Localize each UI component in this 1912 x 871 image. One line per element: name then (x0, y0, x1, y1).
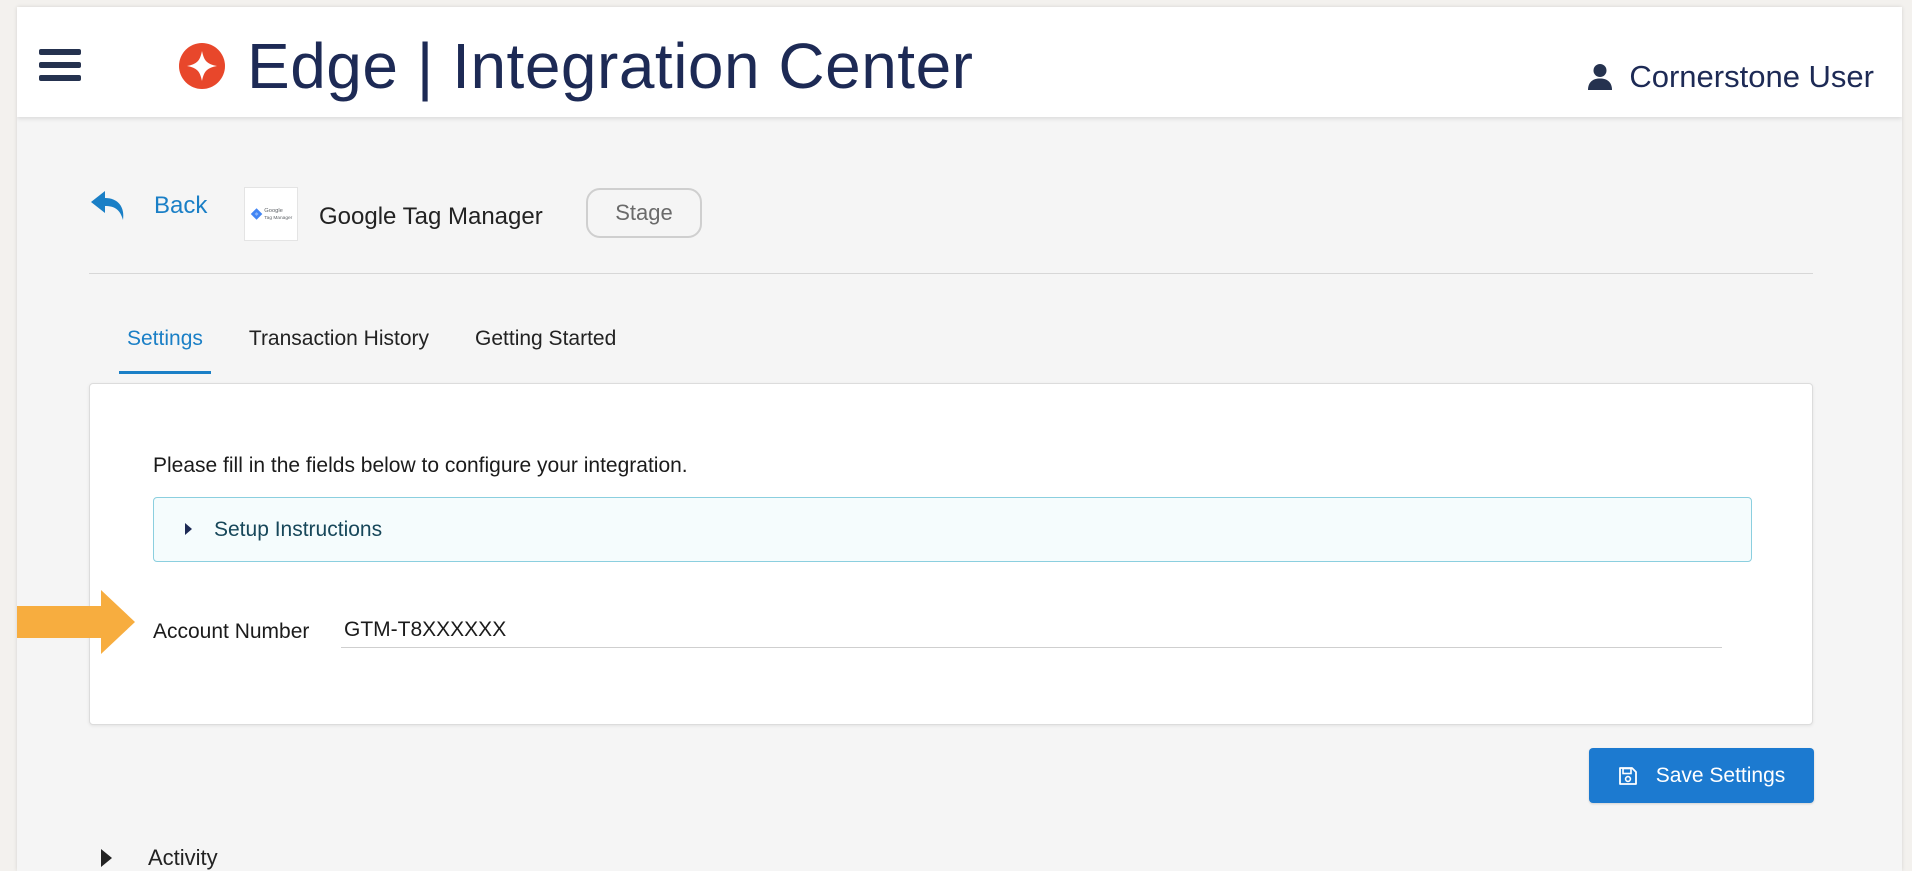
gtm-logo-text-google: Google (264, 208, 283, 214)
environment-badge[interactable]: Stage (586, 188, 702, 238)
tab-getting-started[interactable]: Getting Started (467, 317, 624, 374)
back-button[interactable]: Back (89, 189, 207, 223)
setup-instructions-label: Setup Instructions (214, 518, 383, 541)
floppy-disk-icon (1618, 766, 1637, 785)
reply-arrow-icon (91, 191, 124, 220)
tab-transaction-history[interactable]: Transaction History (241, 317, 437, 374)
activity-label: Activity (148, 845, 218, 870)
user-menu[interactable]: Cornerstone User (1587, 59, 1874, 95)
callout-arrow-icon (17, 590, 135, 654)
hamburger-menu-icon[interactable] (39, 49, 81, 85)
caret-right-icon (185, 523, 192, 535)
save-settings-button[interactable]: Save Settings (1589, 748, 1814, 803)
activity-toggle[interactable]: Activity (101, 845, 218, 871)
setup-instructions-toggle[interactable]: Setup Instructions (153, 497, 1752, 562)
browser-window: Edge | Integration Center Cornerstone Us… (17, 7, 1902, 871)
save-settings-label: Save Settings (1655, 763, 1786, 787)
integration-name: Google Tag Manager (319, 203, 543, 230)
settings-card: Please fill in the fields below to confi… (89, 383, 1813, 725)
user-name: Cornerstone User (1629, 59, 1874, 94)
tab-settings[interactable]: Settings (119, 317, 211, 374)
account-number-input[interactable] (341, 613, 1722, 648)
back-label: Back (154, 192, 208, 219)
top-navigation-bar: Edge | Integration Center Cornerstone Us… (17, 7, 1902, 117)
caret-right-icon (101, 849, 112, 867)
gtm-logo-text-product: Tag Manager (264, 215, 292, 221)
settings-intro-text: Please fill in the fields below to confi… (153, 454, 688, 477)
user-person-icon (1588, 64, 1613, 90)
tab-bar: Settings Transaction History Getting Sta… (119, 317, 654, 374)
header-divider (89, 273, 1813, 274)
edge-star-logo-icon (179, 43, 225, 89)
account-number-label: Account Number (153, 620, 310, 643)
google-tag-manager-logo: Google Tag Manager (244, 187, 298, 241)
app-title: Edge | Integration Center (247, 30, 974, 102)
